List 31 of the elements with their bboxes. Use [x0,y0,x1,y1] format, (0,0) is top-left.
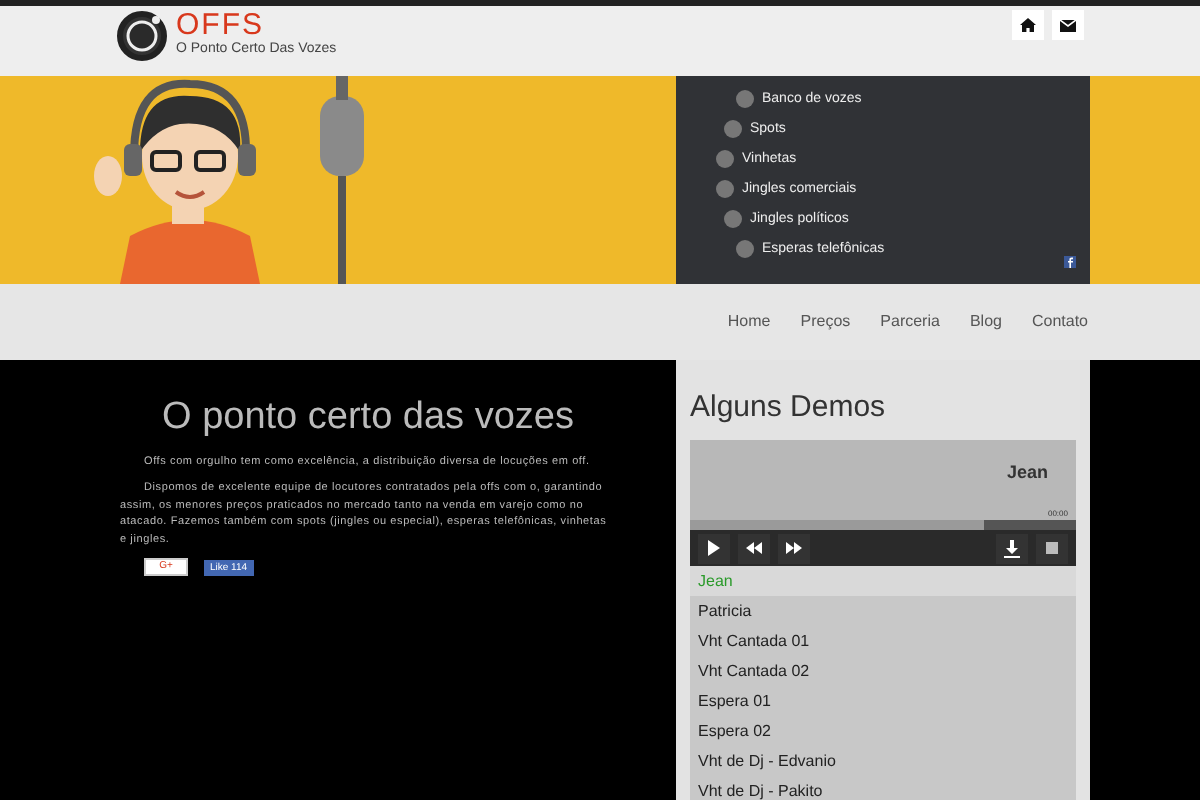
play-icon [704,538,724,558]
logo-text: OFFS [176,11,266,40]
bullet-icon [724,120,742,138]
rewind-button[interactable] [738,533,770,563]
facebook-icon[interactable] [1064,256,1076,268]
bullet-icon [724,210,742,228]
fast-forward-icon [784,538,804,558]
bullet-icon [716,180,734,198]
forward-button[interactable] [778,533,810,563]
home-icon [1020,18,1036,32]
nav-link[interactable]: Preços [800,310,851,334]
nav-link[interactable]: Blog [969,310,1002,334]
bullet-icon [716,150,734,168]
stop-icon [1042,538,1062,558]
section-title: Alguns Demos [690,390,888,426]
page-heading: O ponto certo das vozes [160,396,576,442]
nav-link[interactable]: Parceria [880,310,940,334]
rewind-icon [744,538,764,558]
logo-icon [116,10,168,62]
nav-link[interactable]: Contato [1031,310,1088,334]
envelope-icon [1060,19,1076,31]
track-title: Jean [1006,460,1048,486]
email-button[interactable] [1052,10,1084,40]
download-icon [1002,538,1022,558]
download-button[interactable] [996,533,1028,563]
play-button[interactable] [698,533,730,563]
stop-button[interactable] [1036,533,1068,563]
bullet-icon [736,240,754,258]
nav-link[interactable]: Home [727,310,771,334]
bullet-icon [736,90,754,108]
home-button[interactable] [1012,10,1044,40]
